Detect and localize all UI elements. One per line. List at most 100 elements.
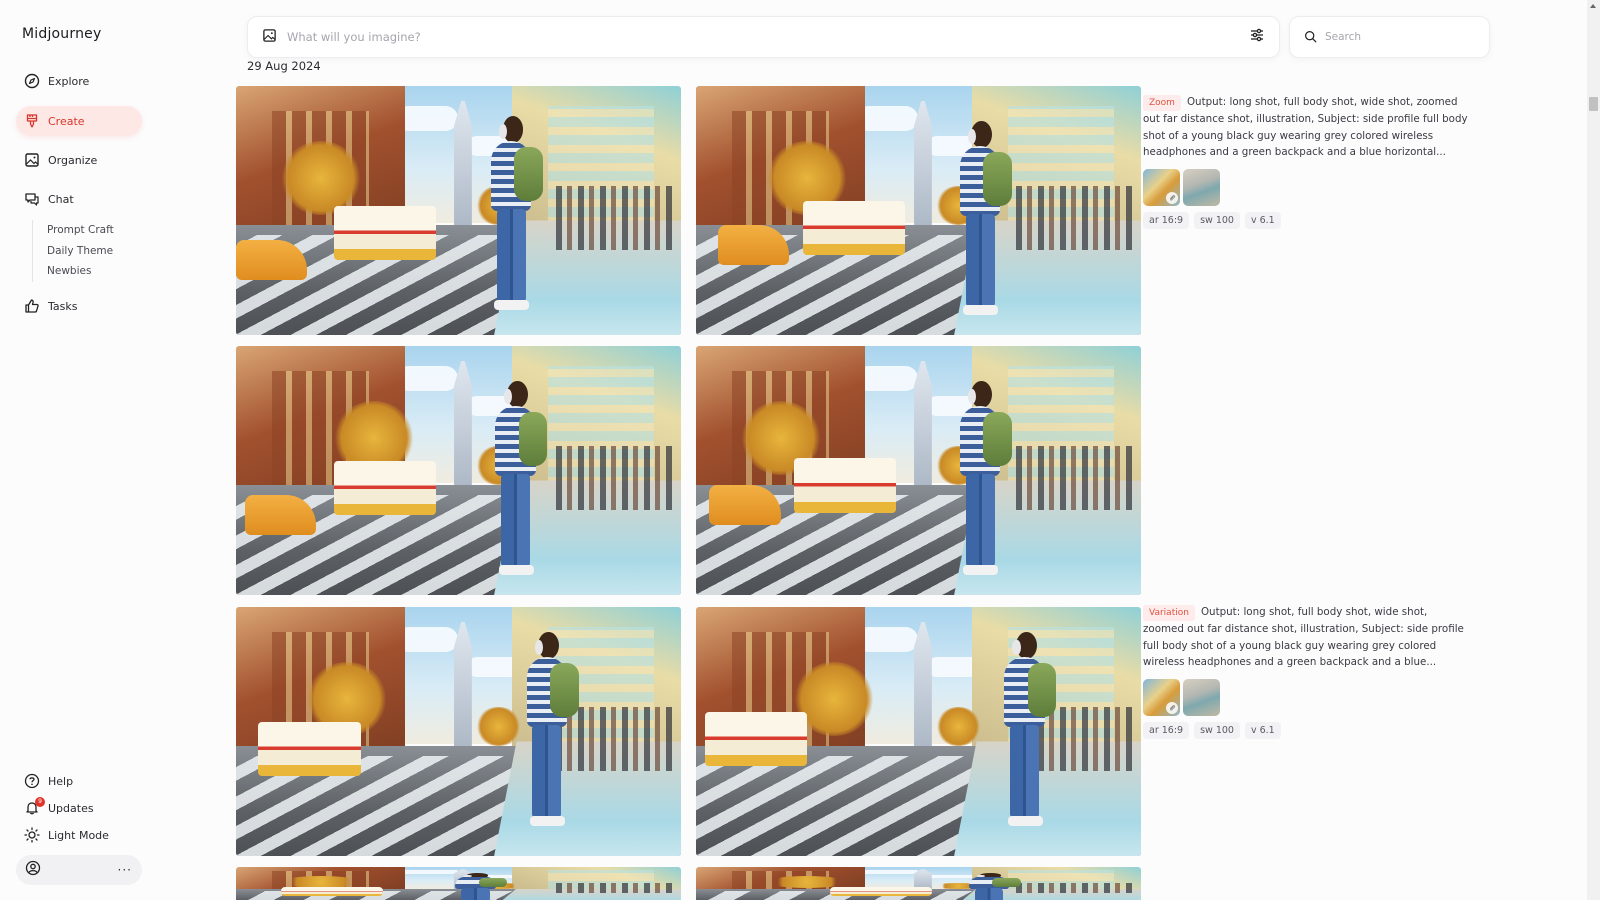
prompt-text[interactable]: Output: long shot, full body shot, wide … <box>1143 96 1468 158</box>
crowd <box>1016 883 1133 894</box>
sidebar-item-label: Organize <box>48 153 98 167</box>
skyscraper <box>454 621 472 747</box>
green-backpack <box>1027 662 1057 718</box>
crowd <box>556 185 673 251</box>
sidebar-item-tasks[interactable]: Tasks <box>16 291 142 321</box>
search-box <box>1289 16 1490 58</box>
cloud <box>856 870 919 875</box>
prompt-input[interactable] <box>287 30 1249 44</box>
sidebar-item-label: Light Mode <box>48 828 109 842</box>
image-upload-icon[interactable] <box>262 28 277 47</box>
param-style-weight[interactable]: sw 100 <box>1194 721 1240 739</box>
green-backpack <box>983 411 1012 467</box>
sneakers <box>494 300 530 311</box>
person-with-backpack <box>999 631 1057 827</box>
job-params: ar 16:9 sw 100 v 6.1 <box>1143 211 1468 229</box>
autumn-tree <box>767 875 848 888</box>
green-backpack <box>991 878 1021 888</box>
jeans <box>501 474 531 568</box>
job-prompt: Zoom Output: long shot, full body shot, w… <box>1143 94 1468 161</box>
jeans <box>965 474 995 568</box>
account-menu[interactable]: ··· <box>16 855 142 885</box>
param-version[interactable]: v 6.1 <box>1244 721 1281 739</box>
job-type-tag[interactable]: Variation <box>1143 605 1195 621</box>
sidebar-item-label: Help <box>48 774 74 788</box>
param-style-weight[interactable]: sw 100 <box>1194 211 1240 229</box>
sidebar-item-label: Create <box>48 114 85 128</box>
chat-room-newbies[interactable]: Newbies <box>47 261 114 282</box>
autumn-tree <box>936 706 981 747</box>
taxi <box>236 240 308 281</box>
notification-badge: 9 <box>35 797 45 807</box>
sneakers <box>530 816 565 827</box>
generated-image[interactable] <box>236 346 681 595</box>
reference-images <box>1143 678 1468 716</box>
feed-date: 29 Aug 2024 <box>247 59 321 73</box>
paintbrush-icon <box>24 113 40 129</box>
jeans <box>965 214 995 308</box>
reference-thumb[interactable] <box>1143 678 1180 716</box>
sidebar-item-explore[interactable]: Explore <box>16 66 142 96</box>
cloud <box>856 365 919 391</box>
autumn-tree <box>280 140 361 216</box>
param-aspect-ratio[interactable]: ar 16:9 <box>1143 721 1190 739</box>
settings-sliders-icon[interactable] <box>1249 27 1265 47</box>
generated-image[interactable] <box>696 867 1141 900</box>
autumn-tree <box>476 706 521 747</box>
street-illustration <box>696 346 1141 595</box>
sidebar-item-organize[interactable]: Organize <box>16 145 142 175</box>
generated-image[interactable] <box>696 607 1141 856</box>
sidebar-item-label: Chat <box>48 192 74 206</box>
sneakers <box>963 565 999 576</box>
sidebar-item-updates[interactable]: 9 Updates <box>16 793 142 823</box>
headphones <box>967 128 977 145</box>
page-scrollbar[interactable] <box>1587 0 1600 900</box>
job-prompt: Variation Output: long shot, full body sh… <box>1143 604 1468 671</box>
more-options-button[interactable]: ··· <box>118 863 132 877</box>
sidebar: Midjourney Explore Create Organize Chat <box>0 0 232 900</box>
chat-bubbles-icon <box>24 191 40 207</box>
headphones <box>534 639 543 656</box>
person-with-backpack <box>485 115 544 311</box>
headphones <box>967 388 977 405</box>
sidebar-item-label: Updates <box>48 801 94 815</box>
reference-thumb[interactable] <box>1183 678 1220 716</box>
street-illustration <box>696 607 1141 856</box>
paperclip-icon <box>1166 191 1178 204</box>
skyscraper <box>914 621 932 747</box>
person-with-backpack <box>954 120 1012 316</box>
chat-room-prompt-craft[interactable]: Prompt Craft <box>47 220 114 241</box>
chat-room-daily-theme[interactable]: Daily Theme <box>47 241 114 262</box>
ambulance <box>280 887 383 896</box>
reference-images <box>1143 168 1468 206</box>
sidebar-item-help[interactable]: Help <box>16 766 142 796</box>
generated-image[interactable] <box>236 607 681 856</box>
generated-image[interactable] <box>696 86 1141 335</box>
sidebar-item-create[interactable]: Create <box>16 106 142 136</box>
job-info-panel: Zoom Output: long shot, full body shot, w… <box>1143 94 1468 229</box>
green-backpack <box>478 878 508 888</box>
street-illustration <box>696 86 1141 335</box>
brand-logo[interactable]: Midjourney <box>22 26 101 42</box>
generated-image[interactable] <box>696 346 1141 595</box>
param-version[interactable]: v 6.1 <box>1244 211 1281 229</box>
generated-image[interactable] <box>236 86 681 335</box>
sneakers <box>1007 816 1043 827</box>
cloud <box>396 105 459 131</box>
ambulance <box>793 458 897 513</box>
search-input[interactable] <box>1325 31 1475 43</box>
param-aspect-ratio[interactable]: ar 16:9 <box>1143 211 1190 229</box>
scrollbar-thumb[interactable] <box>1589 97 1598 111</box>
green-backpack <box>549 662 579 718</box>
job-type-tag[interactable]: Zoom <box>1143 95 1181 111</box>
scroll-up-arrow-icon[interactable] <box>1590 4 1596 8</box>
reference-thumb[interactable] <box>1143 168 1180 206</box>
ambulance <box>704 711 808 767</box>
sidebar-item-light-mode[interactable]: Light Mode <box>16 820 142 850</box>
street-illustration <box>236 607 681 856</box>
sidebar-item-chat[interactable]: Chat <box>16 184 142 214</box>
sun-icon <box>24 827 40 843</box>
jeans <box>1010 725 1040 819</box>
generated-image[interactable] <box>236 867 681 900</box>
reference-thumb[interactable] <box>1183 168 1220 206</box>
